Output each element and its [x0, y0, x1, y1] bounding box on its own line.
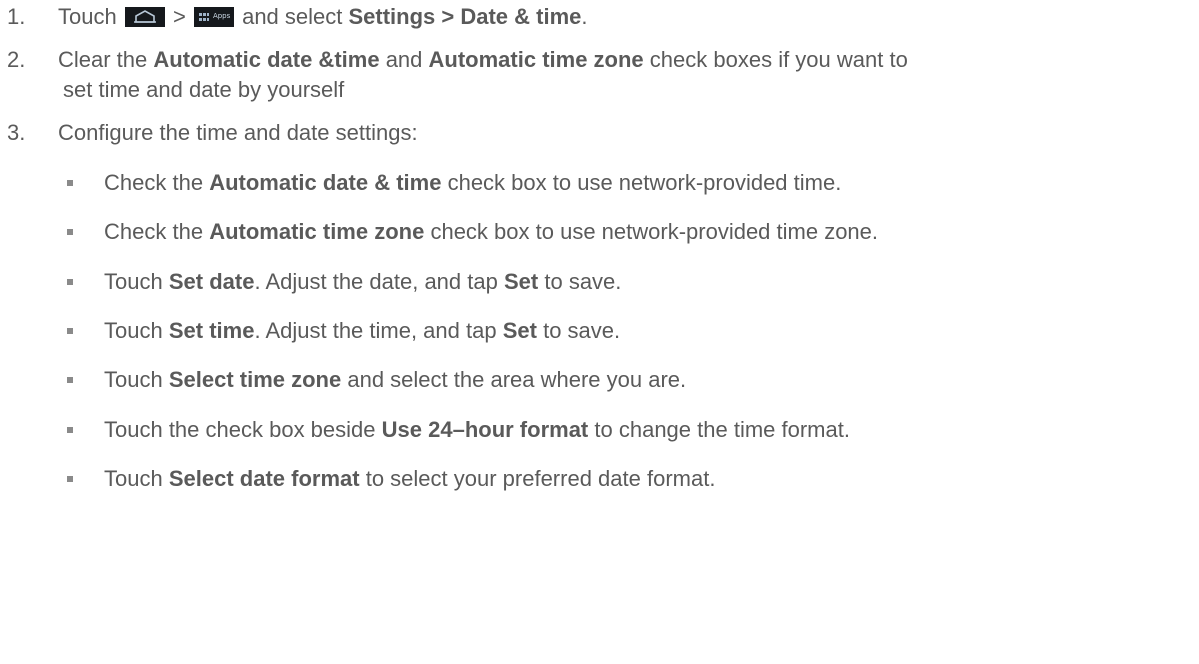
step-number: 2.: [7, 47, 26, 72]
bullet-square-icon: [67, 377, 73, 383]
bullet-text-part: to save.: [543, 318, 621, 343]
bullet-text-part: to save.: [544, 269, 622, 294]
step-text-part: .: [581, 4, 588, 29]
bullet-square-icon: [67, 180, 73, 186]
bullet-text-part: Touch: [104, 269, 163, 294]
bullet-text-part: Check the: [104, 170, 204, 195]
bullet-bold-text: Select time zone: [168, 367, 342, 392]
apps-icon-label: Apps: [212, 12, 231, 20]
step-number: 1.: [7, 4, 26, 29]
bullet-text: Touch Set time. Adjust the time, and tap…: [104, 317, 620, 345]
step-text-part: and: [385, 47, 423, 72]
bullet-text-part: Touch: [104, 318, 163, 343]
bullet-bold-text: Set: [502, 318, 537, 343]
step-text-part: set time and date by yourself: [63, 77, 345, 102]
step-number: 3.: [7, 120, 26, 145]
bullet-text: Touch Select date format to select your …: [104, 465, 715, 493]
bullet-square-icon: [67, 229, 73, 235]
step-text-part: Touch: [58, 4, 117, 29]
bullet-text-part: Check the: [104, 219, 204, 244]
step-bold-text: Settings > Date & time: [348, 4, 582, 29]
bullet-text-part: check box to use network-provided time.: [447, 170, 842, 195]
apps-grid-icon: [198, 13, 209, 21]
step-text: Touch > Apps and select Settings > Date …: [58, 3, 588, 31]
bullet-text: Check the Automatic time zone check box …: [104, 218, 878, 246]
step-text-part: and select: [242, 4, 343, 29]
bullet-text-part: Touch: [104, 466, 163, 491]
bullet-text-part: . Adjust the date, and tap: [254, 269, 498, 294]
step-bold-text: Automatic date &time: [153, 47, 380, 72]
bullet-bold-text: Use 24–hour format: [381, 417, 589, 442]
step-text-part: >: [172, 4, 186, 29]
bullet-square-icon: [67, 476, 73, 482]
step-bold-text: Automatic time zone: [428, 47, 644, 72]
bullet-text: Touch Set date. Adjust the date, and tap…: [104, 268, 621, 296]
bullet-text-part: Touch: [104, 367, 163, 392]
bullet-text-part: Touch the check box beside: [104, 417, 376, 442]
bullet-text-part: to change the time format.: [594, 417, 850, 442]
step-text-part: Clear the: [58, 47, 148, 72]
bullet-bold-text: Set date: [168, 269, 255, 294]
bullet-bold-text: Automatic date & time: [209, 170, 442, 195]
bullet-text: Check the Automatic date & time check bo…: [104, 169, 841, 197]
bullet-text: Touch the check box beside Use 24–hour f…: [104, 416, 850, 444]
home-icon: [124, 7, 165, 27]
step-text: Clear the Automatic date &time and Autom…: [58, 46, 908, 74]
bullet-square-icon: [67, 328, 73, 334]
bullet-bold-text: Set: [503, 269, 539, 294]
bullet-square-icon: [67, 427, 73, 433]
bullet-bold-text: Select date format: [168, 466, 360, 491]
bullet-text: Touch Select time zone and select the ar…: [104, 366, 686, 394]
bullet-text-part: and select the area where you are.: [347, 367, 687, 392]
bullet-text-part: . Adjust the time, and tap: [254, 318, 497, 343]
bullet-text-part: check box to use network-provided time z…: [430, 219, 879, 244]
bullet-square-icon: [67, 279, 73, 285]
bullet-bold-text: Set time: [168, 318, 255, 343]
apps-icon: Apps: [193, 7, 234, 27]
step-text: Configure the time and date settings:: [58, 120, 418, 145]
step-text-part: check boxes if you want to: [649, 47, 908, 72]
bullet-text-part: to select your preferred date format.: [365, 466, 716, 491]
bullet-bold-text: Automatic time zone: [209, 219, 425, 244]
